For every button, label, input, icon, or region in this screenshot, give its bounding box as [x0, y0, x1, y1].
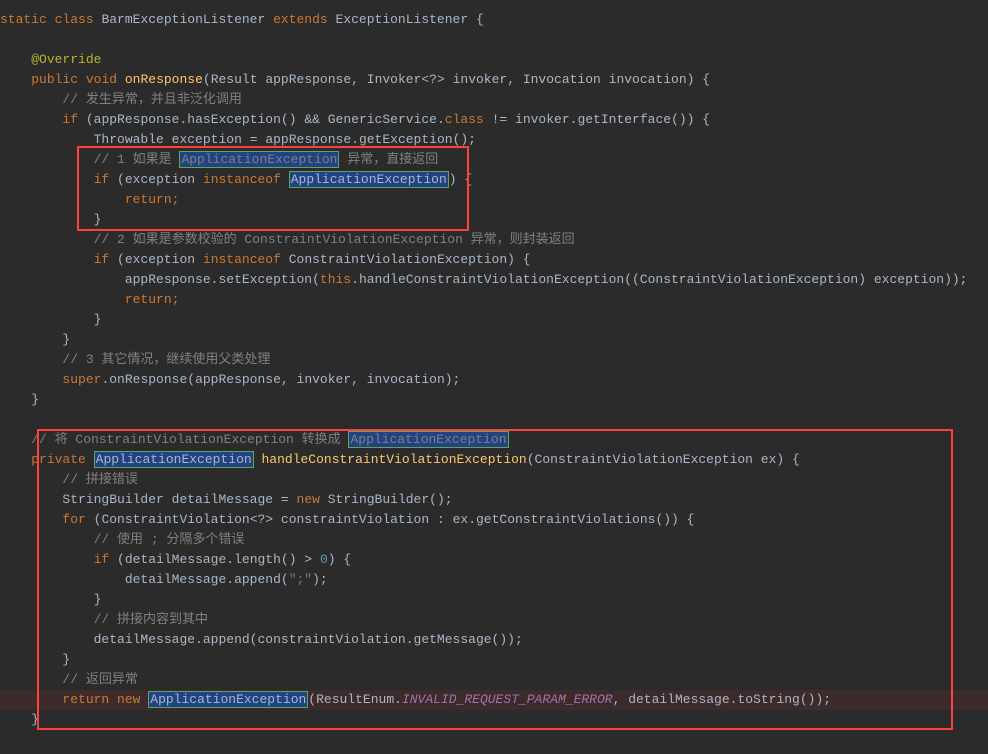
kw-instanceof: instanceof [203, 252, 281, 267]
brace: } [62, 332, 70, 347]
end: (); [453, 132, 476, 147]
type: Throwable [94, 132, 164, 147]
kw-if: if [62, 112, 78, 127]
brace: } [94, 312, 102, 327]
param-type: Invocation [523, 72, 601, 87]
kw-if: if [94, 252, 110, 267]
comment: // 发生异常，并且非泛化调用 [62, 92, 241, 107]
kw-super: super [62, 372, 101, 387]
kw-this: this [320, 272, 351, 287]
var: appResponse [94, 112, 180, 127]
end: )); [944, 272, 967, 287]
method-call: handleConstraintViolationException [359, 272, 624, 287]
annotation-override: @Override [31, 52, 101, 67]
var: appResponse [265, 132, 351, 147]
param-type: Invoker [367, 72, 422, 87]
method-call: getInterface [577, 112, 671, 127]
method-call: setException [218, 272, 312, 287]
paren: ( [86, 112, 94, 127]
paren: ( [117, 252, 125, 267]
method-name: onResponse [125, 72, 203, 87]
arg: appResponse [195, 372, 281, 387]
kw-class: class [445, 112, 484, 127]
arg: invoker [297, 372, 352, 387]
highlight-annotation-1 [77, 146, 469, 231]
kw-void: void [86, 72, 117, 87]
var: appResponse [125, 272, 211, 287]
arg: invocation [367, 372, 445, 387]
method-call: onResponse [109, 372, 187, 387]
generic: <?> [421, 72, 444, 87]
var: exception [125, 252, 195, 267]
kw-class: class [55, 12, 94, 27]
comment: // 2 如果是参数校验的 ConstraintViolationExcepti… [94, 232, 575, 247]
kw-extends: extends [273, 12, 328, 27]
classname: BarmExceptionListener [101, 12, 265, 27]
dot: . [437, 112, 445, 127]
type: ConstraintViolationException [289, 252, 507, 267]
kw-return: return; [125, 292, 180, 307]
var: invoker [515, 112, 570, 127]
param-name: appResponse [265, 72, 351, 87]
type: GenericService [328, 112, 437, 127]
param-name: invocation [609, 72, 687, 87]
var: exception [874, 272, 944, 287]
brace: } [31, 392, 39, 407]
op: () && [281, 112, 320, 127]
brace: ) { [687, 72, 710, 87]
paren: ) [858, 272, 866, 287]
paren: (( [624, 272, 640, 287]
op: != [492, 112, 508, 127]
comment: // 3 其它情况，继续使用父类处理 [62, 352, 270, 367]
superclass: ExceptionListener [336, 12, 469, 27]
paren: ) { [507, 252, 530, 267]
kw-static: static [0, 12, 47, 27]
kw-public: public [31, 72, 78, 87]
paren: ( [312, 272, 320, 287]
type: ConstraintViolationException [640, 272, 858, 287]
code-editor[interactable]: static class BarmExceptionListener exten… [0, 10, 988, 730]
param-name: invoker [453, 72, 508, 87]
end: ); [445, 372, 461, 387]
brace: { [476, 12, 484, 27]
paren: ()) { [671, 112, 710, 127]
param-type: Result [211, 72, 258, 87]
highlight-annotation-2 [37, 429, 953, 730]
eq: = [250, 132, 258, 147]
var: exception [172, 132, 242, 147]
method-call: getException [359, 132, 453, 147]
method-call: hasException [187, 112, 281, 127]
